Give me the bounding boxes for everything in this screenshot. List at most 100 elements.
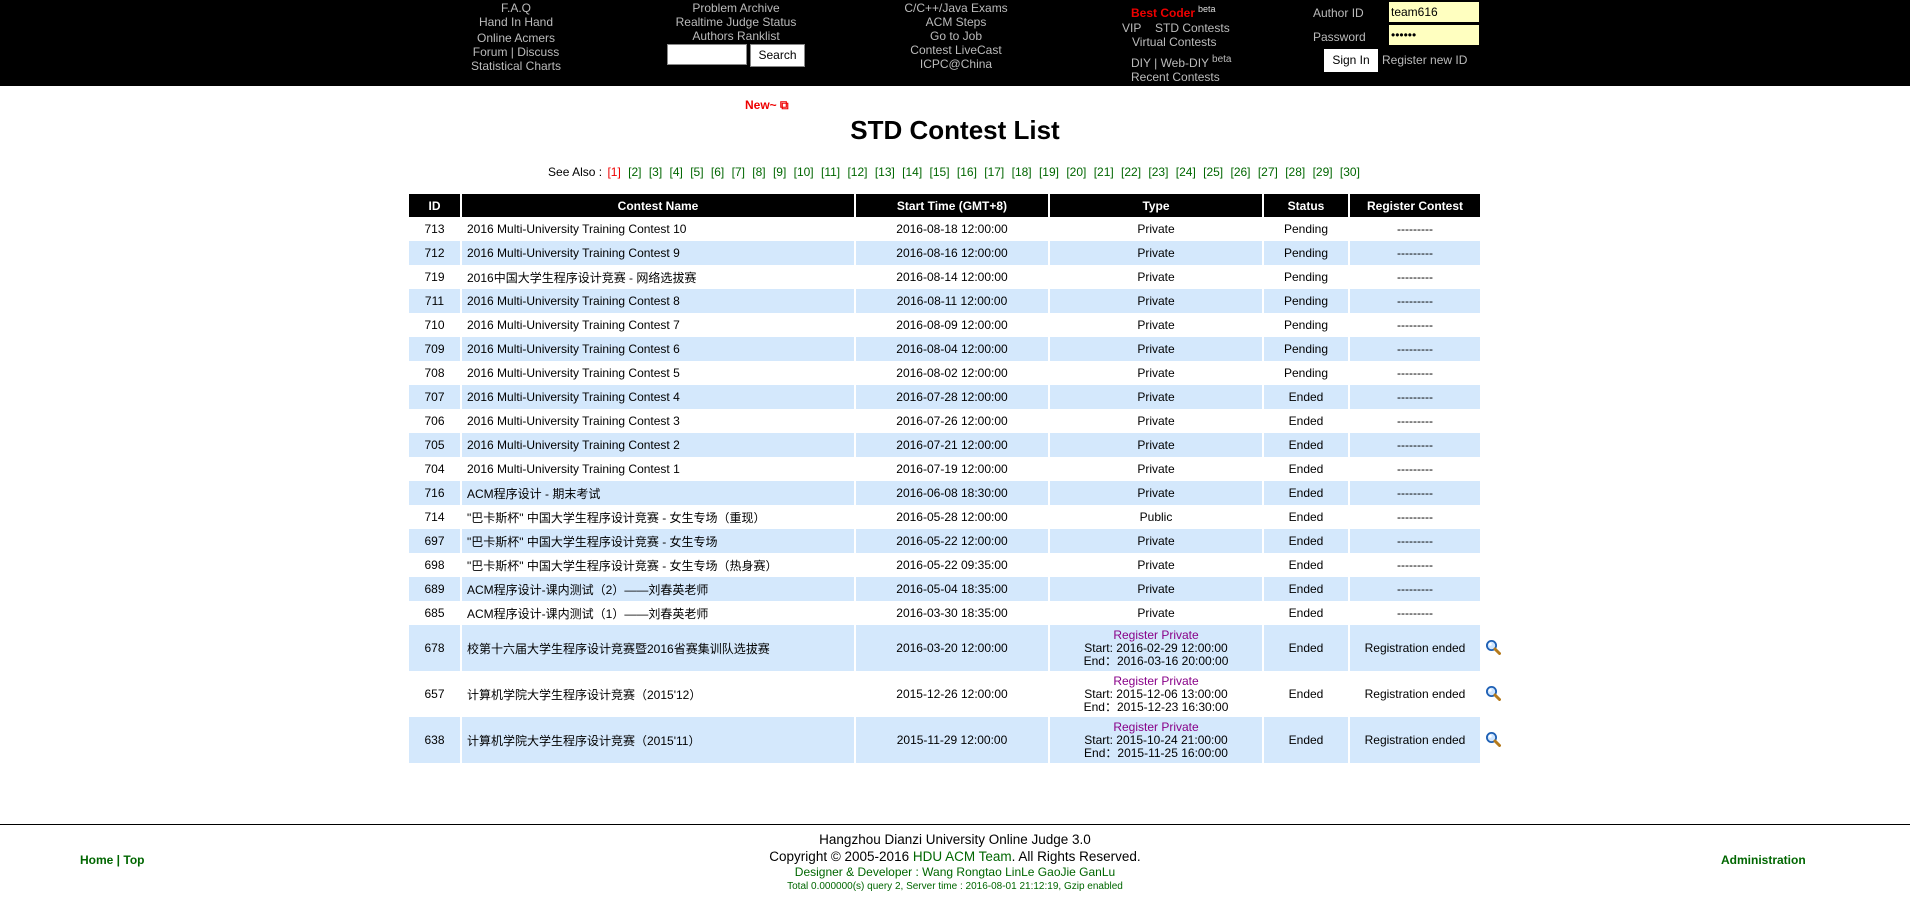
- col-header-type: Type: [1050, 194, 1262, 217]
- magnifier-icon[interactable]: [1485, 685, 1501, 701]
- contest-name-link[interactable]: 2016 Multi-University Training Contest 8: [462, 289, 854, 313]
- nav-std-contests-link[interactable]: STD Contests: [1155, 21, 1230, 35]
- nav-diy-link[interactable]: DIY | Web-DIY beta: [1131, 54, 1232, 70]
- page-link[interactable]: [7]: [732, 165, 745, 179]
- page-link[interactable]: [6]: [711, 165, 724, 179]
- page-link[interactable]: [29]: [1313, 165, 1333, 179]
- hdu-acm-team-link[interactable]: HDU ACM Team: [913, 849, 1012, 864]
- contest-id: 689: [409, 577, 460, 601]
- nav-faq-link[interactable]: F.A.Q: [466, 1, 566, 15]
- contest-name-link[interactable]: 2016 Multi-University Training Contest 3: [462, 409, 854, 433]
- nav-realtime-judge-status-link[interactable]: Realtime Judge Status: [666, 15, 806, 29]
- register-private-link[interactable]: Register Private: [1050, 674, 1262, 688]
- contest-name-link[interactable]: "巴卡斯杯" 中国大学生程序设计竞赛 - 女生专场（热身赛）: [462, 553, 854, 577]
- page-link[interactable]: [9]: [773, 165, 786, 179]
- page-link[interactable]: [21]: [1094, 165, 1114, 179]
- nav-statistical-charts-link[interactable]: Statistical Charts: [466, 59, 566, 73]
- page-link[interactable]: [10]: [794, 165, 814, 179]
- row-spacer: [1482, 337, 1504, 361]
- page-link[interactable]: [28]: [1285, 165, 1305, 179]
- contest-name-link[interactable]: 2016 Multi-University Training Contest 7: [462, 313, 854, 337]
- contest-name-link[interactable]: "巴卡斯杯" 中国大学生程序设计竞赛 - 女生专场（重现）: [462, 505, 854, 529]
- contest-name-link[interactable]: 2016 Multi-University Training Contest 2: [462, 433, 854, 457]
- contest-start-time: 2016-05-04 18:35:00: [856, 577, 1048, 601]
- nav-contest-livecast-link[interactable]: Contest LiveCast: [886, 43, 1026, 57]
- password-field[interactable]: ••••••: [1389, 25, 1479, 45]
- page-link[interactable]: [30]: [1340, 165, 1360, 179]
- page-link[interactable]: [13]: [875, 165, 895, 179]
- contest-start-time: 2016-08-14 12:00:00: [856, 265, 1048, 289]
- page-link[interactable]: [17]: [984, 165, 1004, 179]
- search-button[interactable]: Search: [750, 44, 805, 67]
- sign-in-button[interactable]: Sign In: [1324, 49, 1378, 72]
- page-link[interactable]: [20]: [1066, 165, 1086, 179]
- register-contest-cell: Registration ended: [1350, 717, 1480, 763]
- page-link[interactable]: [25]: [1203, 165, 1223, 179]
- contest-name-link[interactable]: ACM程序设计-课内测试（1）——刘春英老师: [462, 601, 854, 625]
- author-id-field[interactable]: team616: [1389, 2, 1479, 22]
- contest-name-link[interactable]: 计算机学院大学生程序设计竞赛（2015'12）: [462, 671, 854, 717]
- register-private-link[interactable]: Register Private: [1050, 628, 1262, 642]
- top-navigation-bar: F.A.Q Hand In Hand Online Acmers Forum |…: [0, 0, 1910, 86]
- contest-name-link[interactable]: 2016 Multi-University Training Contest 1: [462, 457, 854, 481]
- nav-acm-steps-link[interactable]: ACM Steps: [886, 15, 1026, 29]
- page-link[interactable]: [27]: [1258, 165, 1278, 179]
- page-link[interactable]: [16]: [957, 165, 977, 179]
- page-link[interactable]: [23]: [1148, 165, 1168, 179]
- contest-name-link[interactable]: 计算机学院大学生程序设计竞赛（2015'11）: [462, 717, 854, 763]
- nav-virtual-contests-link[interactable]: Virtual Contests: [1132, 35, 1217, 49]
- page-link[interactable]: [1]: [607, 165, 620, 179]
- page-link[interactable]: [24]: [1176, 165, 1196, 179]
- table-row: 678 校第十六届大学生程序设计竞赛暨2016省赛集训队选拔赛 2016-03-20…: [409, 625, 1504, 671]
- nav-forum-discuss-link[interactable]: Forum | Discuss: [466, 45, 566, 59]
- contest-name-link[interactable]: 2016 Multi-University Training Contest 4: [462, 385, 854, 409]
- contest-name-link[interactable]: 校第十六届大学生程序设计竞赛暨2016省赛集训队选拔赛: [462, 625, 854, 671]
- nav-hand-in-hand-link[interactable]: Hand In Hand: [466, 15, 566, 29]
- page-link[interactable]: [8]: [752, 165, 765, 179]
- nav-vip-link[interactable]: VIP: [1122, 21, 1141, 35]
- register-private-link[interactable]: Register Private: [1050, 720, 1262, 734]
- page-link[interactable]: [12]: [847, 165, 867, 179]
- page-link[interactable]: [5]: [690, 165, 703, 179]
- page-link[interactable]: [22]: [1121, 165, 1141, 179]
- search-input[interactable]: [667, 44, 747, 65]
- footer-info: Hangzhou Dianzi University Online Judge …: [0, 831, 1910, 893]
- nav-go-to-job-link[interactable]: Go to Job: [886, 29, 1026, 43]
- nav-recent-contests-link[interactable]: Recent Contests: [1131, 70, 1220, 84]
- contest-name-link[interactable]: 2016中国大学生程序设计竞赛 - 网络选拔赛: [462, 265, 854, 289]
- contest-name-link[interactable]: 2016 Multi-University Training Contest 9: [462, 241, 854, 265]
- page-link[interactable]: [3]: [649, 165, 662, 179]
- contest-name-link[interactable]: 2016 Multi-University Training Contest 1…: [462, 217, 854, 241]
- table-row: 706 2016 Multi-University Training Contes…: [409, 409, 1504, 433]
- register-contest-cell: ---------: [1350, 385, 1480, 409]
- magnifier-icon[interactable]: [1485, 731, 1501, 747]
- nav-online-acmers-link[interactable]: Online Acmers: [466, 31, 566, 45]
- contest-name-link[interactable]: ACM程序设计 - 期末考试: [462, 481, 854, 505]
- page-link[interactable]: [14]: [902, 165, 922, 179]
- nav-authors-ranklist-link[interactable]: Authors Ranklist: [666, 29, 806, 43]
- page-link[interactable]: [18]: [1012, 165, 1032, 179]
- register-new-id-link[interactable]: Register new ID: [1382, 53, 1467, 67]
- contest-name-link[interactable]: 2016 Multi-University Training Contest 5: [462, 361, 854, 385]
- contest-table: ID Contest Name Start Time (GMT+8) Type …: [407, 194, 1506, 763]
- page-link[interactable]: [2]: [628, 165, 641, 179]
- contest-name-link[interactable]: "巴卡斯杯" 中国大学生程序设计竞赛 - 女生专场: [462, 529, 854, 553]
- administration-link[interactable]: Administration: [1721, 853, 1806, 867]
- page-link[interactable]: [19]: [1039, 165, 1059, 179]
- page-link[interactable]: [26]: [1230, 165, 1250, 179]
- contest-name-link[interactable]: ACM程序设计-课内测试（2）——刘春英老师: [462, 577, 854, 601]
- table-row: 705 2016 Multi-University Training Contes…: [409, 433, 1504, 457]
- best-coder-link[interactable]: Best Coder beta: [1131, 4, 1216, 20]
- magnifier-icon[interactable]: [1485, 639, 1501, 655]
- nav-column-3: C/C++/Java Exams ACM Steps Go to Job Con…: [886, 1, 1026, 71]
- nav-problem-archive-link[interactable]: Problem Archive: [666, 1, 806, 15]
- contest-name-link[interactable]: 2016 Multi-University Training Contest 6: [462, 337, 854, 361]
- page-link[interactable]: [15]: [930, 165, 950, 179]
- new-tag[interactable]: New~ ⧉: [745, 98, 789, 113]
- contest-type: Private: [1050, 529, 1262, 553]
- nav-exams-link[interactable]: C/C++/Java Exams: [886, 1, 1026, 15]
- nav-icpc-china-link[interactable]: ICPC@China: [886, 57, 1026, 71]
- page-link[interactable]: [4]: [670, 165, 683, 179]
- page-link[interactable]: [11]: [821, 165, 840, 179]
- table-row: 709 2016 Multi-University Training Contes…: [409, 337, 1504, 361]
